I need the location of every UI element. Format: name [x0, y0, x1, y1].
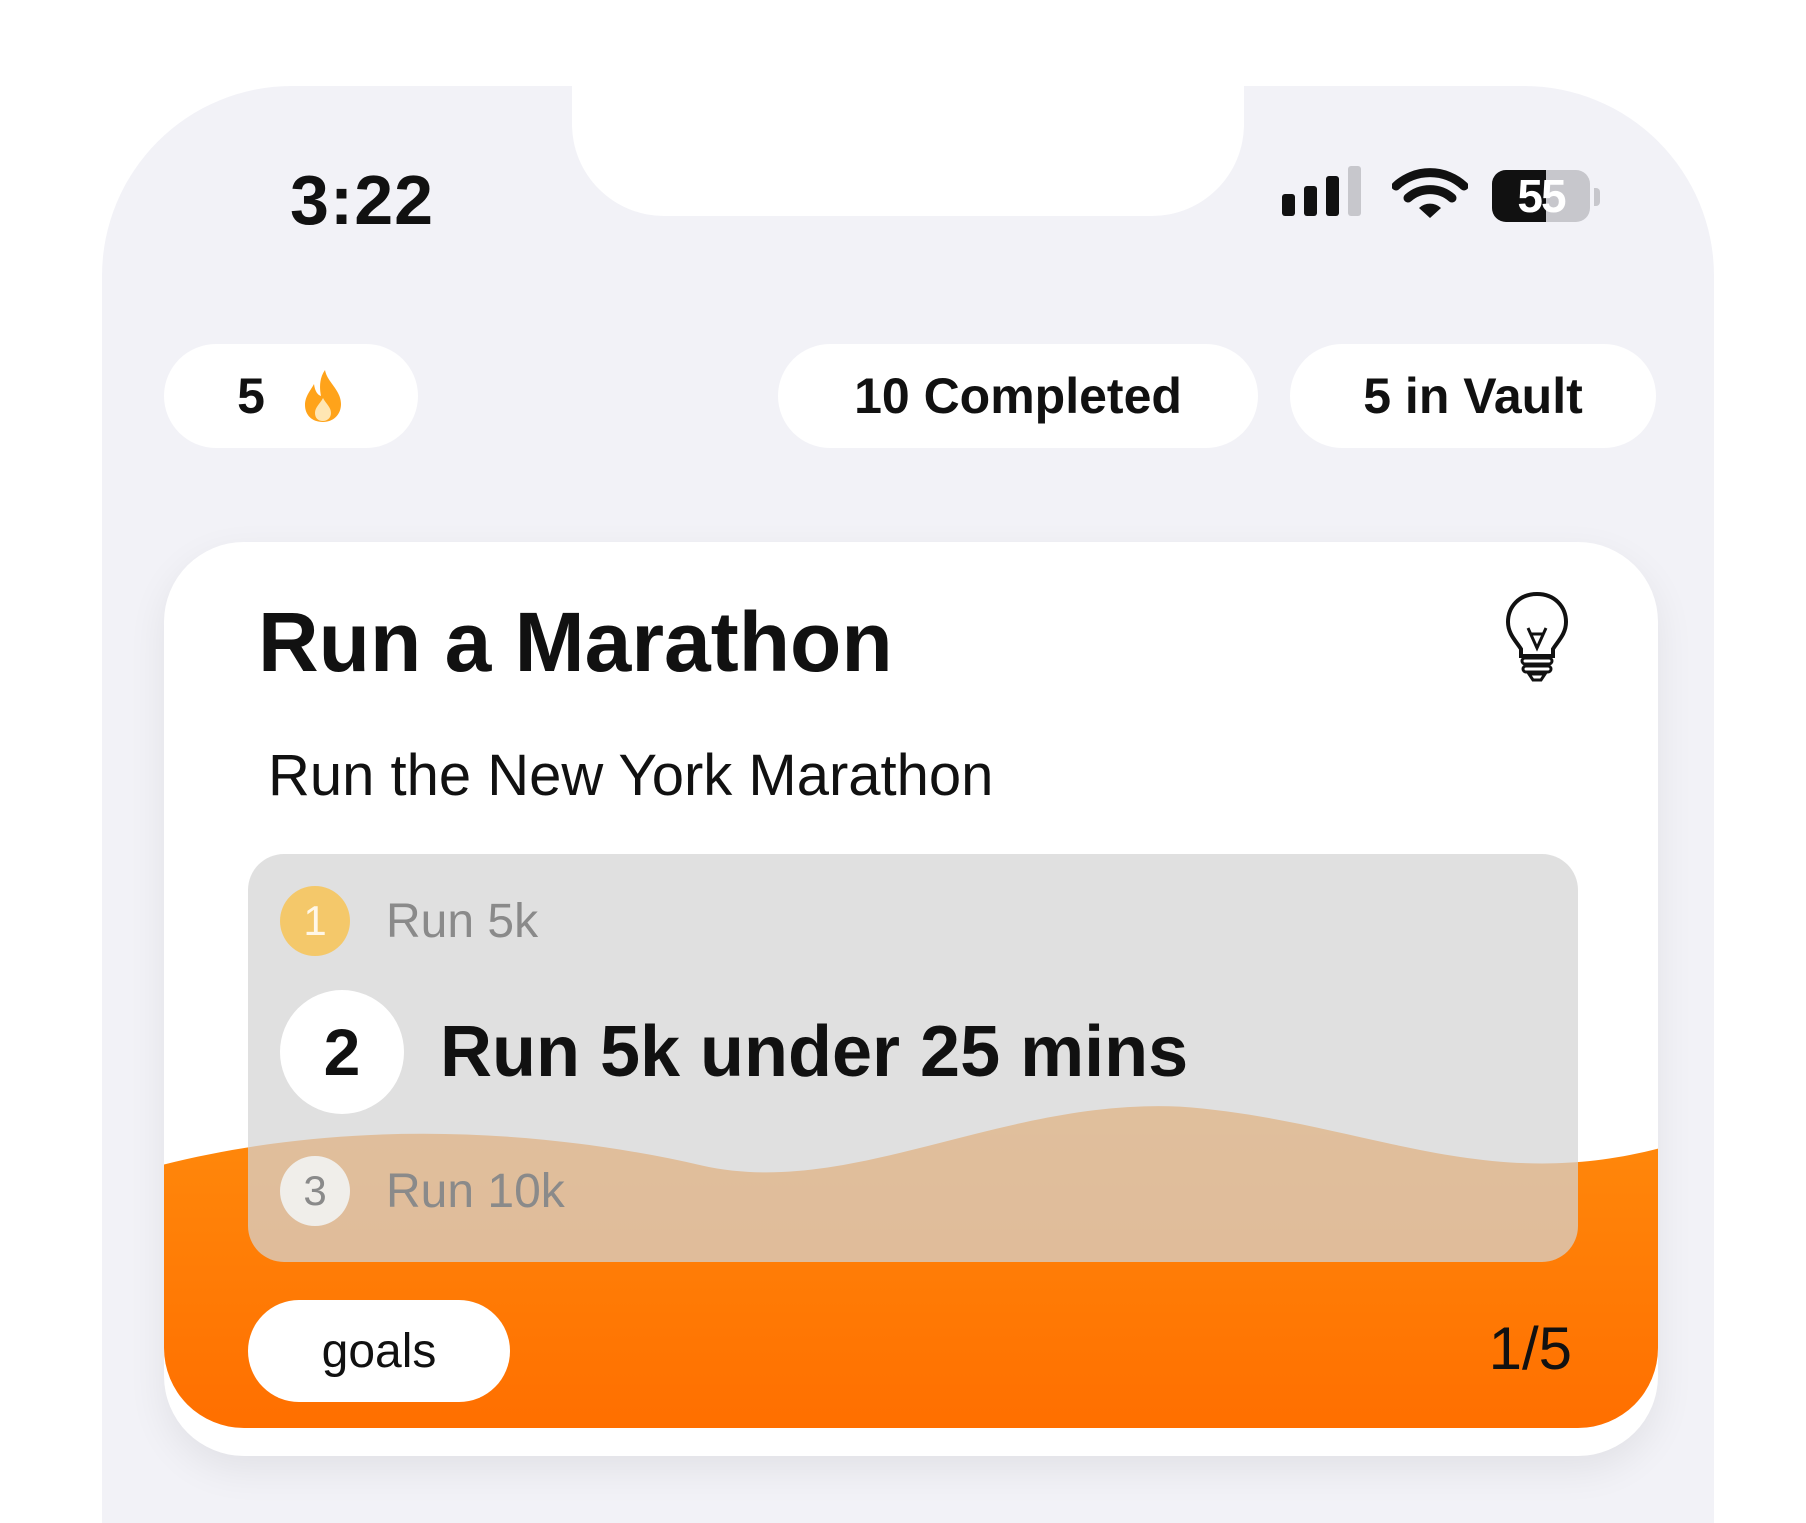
lightbulb-icon[interactable] [1504, 590, 1570, 682]
device-notch [572, 86, 1244, 216]
milestone-list[interactable]: 1 Run 5k 2 Run 5k under 25 mins 3 Run 10… [248, 854, 1578, 1262]
cellular-signal-icon [1282, 164, 1372, 224]
milestone-number: 1 [280, 886, 350, 956]
milestone-label: Run 5k [386, 894, 539, 948]
milestone-label: Run 5k under 25 mins [440, 1012, 1189, 1092]
goal-progress-counter: 1/5 [1488, 1315, 1572, 1382]
completed-count-button[interactable]: 10 Completed [778, 344, 1258, 448]
battery-cap [1594, 188, 1600, 206]
streak-count: 5 [237, 368, 265, 424]
milestone-number: 3 [280, 1156, 350, 1226]
goal-card[interactable]: Run a Marathon Run the New York Marathon… [164, 542, 1658, 1456]
milestone-item-upcoming[interactable]: 3 Run 10k [280, 1156, 565, 1226]
milestone-item-current[interactable]: 2 Run 5k under 25 mins [280, 990, 1188, 1114]
vault-count-button[interactable]: 5 in Vault [1290, 344, 1656, 448]
category-tag[interactable]: goals [248, 1300, 510, 1402]
flame-icon [304, 370, 341, 422]
wifi-icon [1392, 168, 1468, 218]
milestone-label: Run 10k [386, 1164, 565, 1218]
status-time: 3:22 [290, 161, 435, 239]
phone-screen: 3:22 55 5 10 Completed 5 in Vault Run a … [102, 86, 1714, 1523]
milestone-number: 2 [280, 990, 404, 1114]
goal-title: Run a Marathon [258, 595, 893, 689]
battery-icon: 55 [1492, 170, 1590, 222]
milestone-item-completed[interactable]: 1 Run 5k [280, 886, 538, 956]
goal-description: Run the New York Marathon [268, 743, 994, 808]
battery-level: 55 [1517, 170, 1566, 222]
streak-badge[interactable]: 5 [164, 344, 418, 448]
